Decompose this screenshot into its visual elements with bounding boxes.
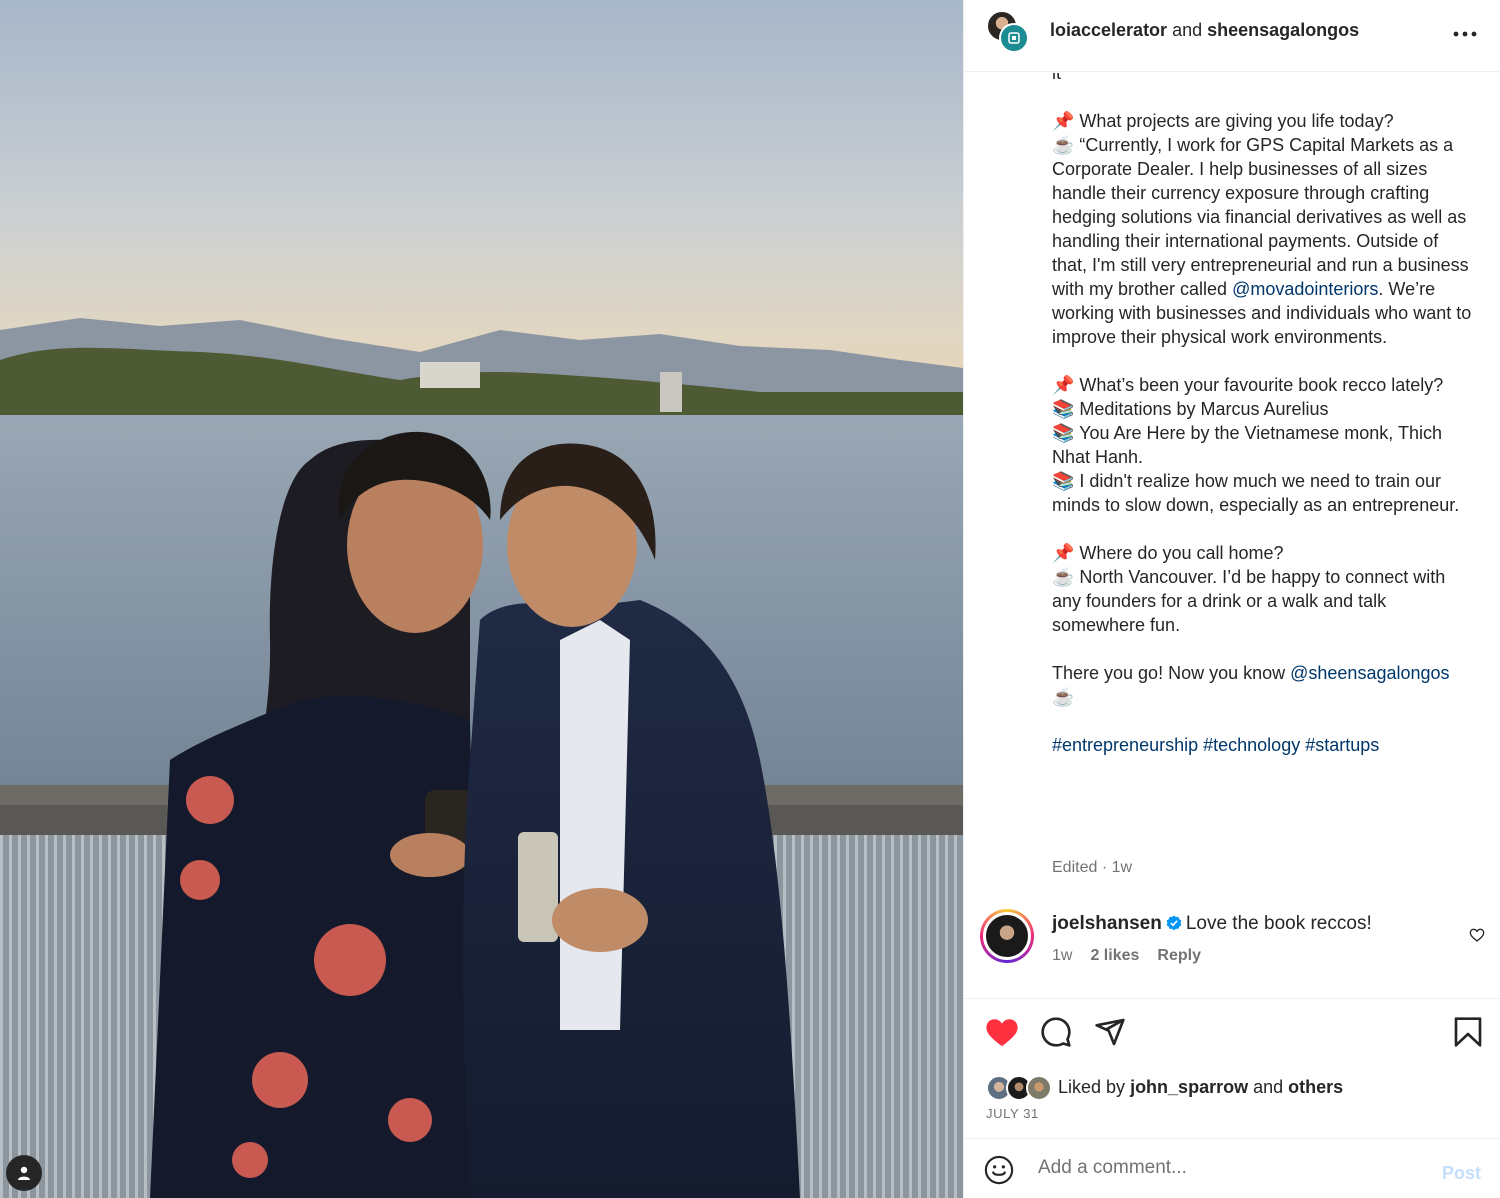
verified-badge-icon bbox=[1166, 915, 1182, 937]
edited-label: Edited · 1w bbox=[1052, 859, 1132, 877]
mention-sheensagalongos[interactable]: @sheensagalongos bbox=[1290, 663, 1449, 683]
edited-text: Edited bbox=[1052, 859, 1098, 876]
logo-icon bbox=[1008, 32, 1020, 44]
caption-answer-1-text: ☕️ “Currently, I work for GPS Capital Ma… bbox=[1052, 135, 1474, 299]
post-photo[interactable] bbox=[0, 0, 963, 1198]
liker-avatars[interactable] bbox=[984, 1073, 1056, 1101]
post-time[interactable]: 1w bbox=[1112, 859, 1132, 876]
hashtag-entrepreneurship[interactable]: #entrepreneurship bbox=[1052, 735, 1198, 755]
comment-input[interactable] bbox=[1038, 1153, 1418, 1183]
caption-book-2: 📚 You Are Here by the Vietnamese monk, T… bbox=[1052, 423, 1447, 467]
heart-outline-icon bbox=[1469, 928, 1485, 942]
emoji-icon bbox=[984, 1155, 1014, 1185]
caption-question-1: 📌 What projects are giving you life toda… bbox=[1052, 111, 1394, 131]
liked-by-text: Liked by john_sparrow and others bbox=[1058, 1077, 1343, 1098]
post-header: loiaccelerator and sheensagalongos bbox=[964, 0, 1500, 72]
tagged-users-button[interactable] bbox=[6, 1155, 42, 1191]
liked-by-row: Liked by john_sparrow and others bbox=[984, 1072, 1343, 1102]
caption-scroll-area[interactable]: it 📌 What projects are giving you life to… bbox=[964, 73, 1500, 998]
post-authors: loiaccelerator and sheensagalongos bbox=[1050, 20, 1359, 41]
more-options-button[interactable] bbox=[1451, 22, 1479, 46]
post-comment-button[interactable]: Post bbox=[1442, 1163, 1481, 1184]
comment-item: joelshansen Love the book reccos! 1w 2 lik… bbox=[964, 907, 1500, 987]
liked-by-joiner: and bbox=[1253, 1076, 1284, 1097]
liked-by-user[interactable]: john_sparrow bbox=[1130, 1077, 1248, 1097]
caption-book-1: 📚 Meditations by Marcus Aurelius bbox=[1052, 399, 1329, 419]
post-caption: it 📌 What projects are giving you life to… bbox=[1052, 73, 1472, 757]
share-button[interactable] bbox=[1090, 1012, 1130, 1052]
share-icon bbox=[1095, 1018, 1125, 1046]
user-tag-icon bbox=[18, 1166, 30, 1180]
comment-button[interactable] bbox=[1036, 1012, 1076, 1052]
liker-avatar[interactable] bbox=[1026, 1075, 1052, 1101]
authors-joiner: and bbox=[1172, 20, 1203, 40]
author-link-primary[interactable]: loiaccelerator bbox=[1050, 20, 1167, 40]
emoji-button[interactable] bbox=[984, 1155, 1014, 1190]
comment-icon bbox=[1041, 1017, 1071, 1047]
author-link-secondary[interactable]: sheensagalongos bbox=[1207, 20, 1359, 40]
caption-fragment: it bbox=[1052, 73, 1061, 83]
bookmark-icon bbox=[1454, 1017, 1482, 1047]
comment-reply-button[interactable]: Reply bbox=[1157, 947, 1201, 964]
comment-username[interactable]: joelshansen bbox=[1052, 913, 1162, 934]
comment-avatar[interactable] bbox=[980, 909, 1034, 963]
mention-movadointeriors[interactable]: @movadointeriors bbox=[1232, 279, 1378, 299]
caption-hashtags: #entrepreneurship #technology #startups bbox=[1052, 733, 1472, 757]
caption-answer-3: ☕️ North Vancouver. I’d be happy to conn… bbox=[1052, 567, 1451, 635]
caption-book-3: 📚 I didn't realize how much we need to t… bbox=[1052, 471, 1460, 515]
comment-text: Love the book reccos! bbox=[1185, 913, 1372, 934]
post-date[interactable]: JULY 31 bbox=[986, 1106, 1039, 1121]
heart-filled-icon bbox=[986, 1019, 1018, 1047]
edited-separator: · bbox=[1097, 859, 1112, 876]
comment-likes[interactable]: 2 likes bbox=[1090, 947, 1139, 964]
post-actions bbox=[964, 1012, 1500, 1056]
divider bbox=[964, 998, 1500, 999]
caption-answer-1: ☕️ “Currently, I work for GPS Capital Ma… bbox=[1052, 133, 1472, 349]
caption-outro: There you go! Now you know @sheensagalon… bbox=[1052, 661, 1472, 709]
collab-avatars[interactable] bbox=[986, 10, 1032, 56]
comment-time[interactable]: 1w bbox=[1052, 947, 1072, 964]
caption-question-2: 📌 What’s been your favourite book recco … bbox=[1052, 375, 1444, 395]
liked-by-prefix: Liked by bbox=[1058, 1076, 1126, 1097]
add-comment-bar: Post bbox=[964, 1139, 1500, 1198]
avatar-sheensagalongos[interactable] bbox=[999, 23, 1029, 53]
hashtag-startups[interactable]: #startups bbox=[1305, 735, 1379, 755]
hashtag-technology[interactable]: #technology bbox=[1203, 735, 1300, 755]
comment-like-button[interactable] bbox=[1469, 927, 1485, 948]
more-horizontal-icon bbox=[1453, 31, 1477, 37]
like-button[interactable] bbox=[982, 1012, 1022, 1052]
comment-body: joelshansen Love the book reccos! bbox=[1052, 913, 1372, 937]
liked-by-others[interactable]: others bbox=[1288, 1077, 1343, 1097]
save-button[interactable] bbox=[1448, 1012, 1488, 1052]
caption-outro-text: There you go! Now you know bbox=[1052, 663, 1291, 683]
caption-question-3: 📌 Where do you call home? bbox=[1052, 543, 1284, 563]
photo-scene bbox=[0, 0, 963, 1198]
post-sidebar: loiaccelerator and sheensagalongos it 📌 W… bbox=[963, 0, 1500, 1198]
comment-meta: 1w 2 likes Reply bbox=[1052, 947, 1219, 965]
